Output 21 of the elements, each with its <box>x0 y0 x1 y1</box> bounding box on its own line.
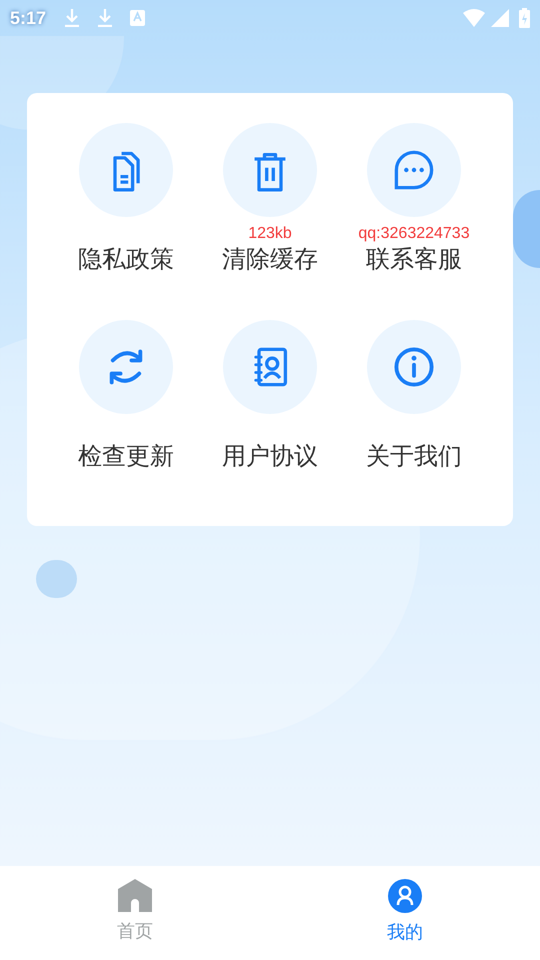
signal-icon <box>491 9 509 27</box>
user-icon <box>388 879 422 913</box>
download-icon <box>64 9 80 27</box>
info-icon <box>392 345 436 389</box>
menu-item-label[interactable]: 用户协议 <box>222 441 318 473</box>
menu-item-label[interactable]: 联系客服 <box>366 244 462 276</box>
menu-item-note: qq:3263224733 <box>358 225 470 242</box>
chat-bubble-icon <box>392 148 436 192</box>
download-icon <box>97 9 114 27</box>
menu-item-label[interactable]: 清除缓存 <box>222 244 318 276</box>
battery-icon <box>519 8 530 28</box>
status-time: 5:17 <box>10 6 46 30</box>
home-icon <box>118 879 152 912</box>
keyboard-icon <box>130 10 146 26</box>
menu-item-note: 123kb <box>248 225 292 242</box>
menu-item-label[interactable]: 关于我们 <box>366 441 462 473</box>
decorative-bubble <box>36 560 77 598</box>
wifi-icon <box>463 9 485 27</box>
menu-item-label[interactable]: 隐私政策 <box>78 244 174 276</box>
menu-item-label[interactable]: 检查更新 <box>78 441 174 473</box>
nav-tab[interactable]: 我的 <box>270 866 540 960</box>
